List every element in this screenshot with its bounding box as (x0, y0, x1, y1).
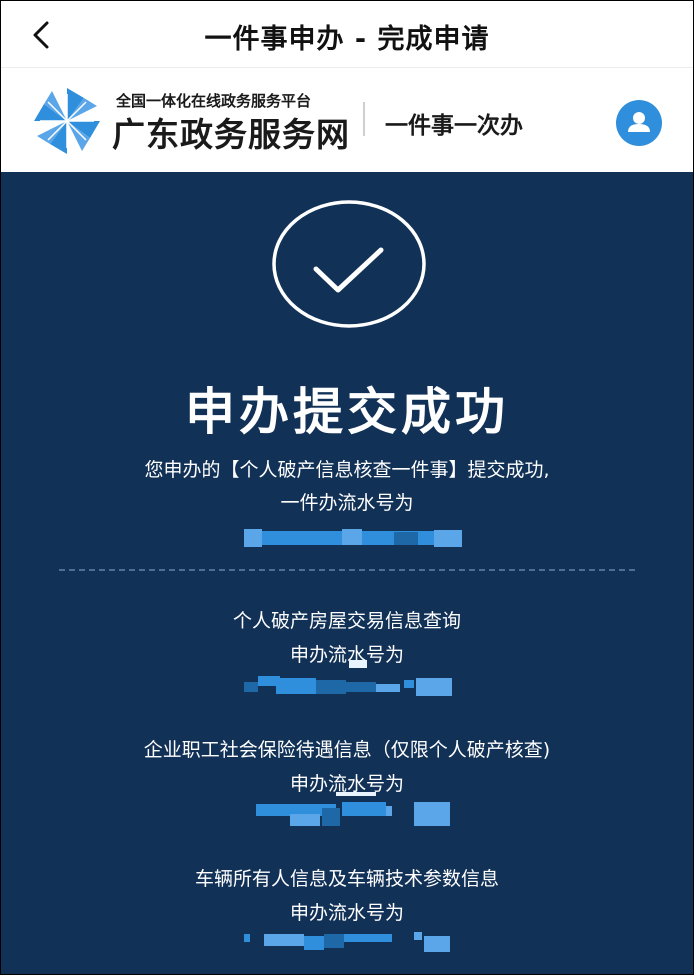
top-nav-bar: 一件事申办 - 完成申请 (1, 1, 693, 68)
user-avatar-button[interactable] (616, 100, 662, 146)
item-serial-label: 申办流水号为 (289, 644, 404, 666)
serial-number-label: 一件办流水号为 (280, 492, 414, 514)
success-title: 申办提交成功 (185, 383, 509, 441)
brand-divider (363, 102, 365, 136)
masked-serial-number (244, 660, 454, 698)
success-message: 您申办的【个人破产信息核查一件事】提交成功, (144, 459, 550, 481)
item-name: 企业职工社会保险待遇信息（仅限个人破产核查) (143, 739, 551, 761)
brand-slogan: 一件事一次办 (385, 113, 523, 139)
masked-serial-number (244, 529, 464, 549)
masked-serial-number (256, 792, 456, 828)
brand-name: 广东政务服务网 (112, 115, 350, 154)
pinwheel-logo-icon (32, 86, 102, 156)
item-name: 个人破产房屋交易信息查询 (232, 610, 461, 632)
item-name: 车辆所有人信息及车辆技术参数信息 (194, 868, 499, 890)
result-panel: 申办提交成功 您申办的【个人破产信息核查一件事】提交成功, 一件办流水号为 个人… (1, 172, 693, 974)
brand-header: 全国一体化在线政务服务平台 广东政务服务网 一件事一次办 (1, 68, 693, 172)
masked-serial-number (244, 930, 454, 954)
item-serial-label: 申办流水号为 (289, 902, 404, 924)
user-icon (628, 112, 650, 132)
checkmark-circle-icon (272, 200, 426, 328)
app-screen: 一件事申办 - 完成申请 全国一体化在线政务服务平台 广东政务服务网 一件事一次… (0, 0, 694, 975)
page-title: 一件事申办 - 完成申请 (204, 24, 490, 55)
dashed-divider (59, 569, 635, 571)
